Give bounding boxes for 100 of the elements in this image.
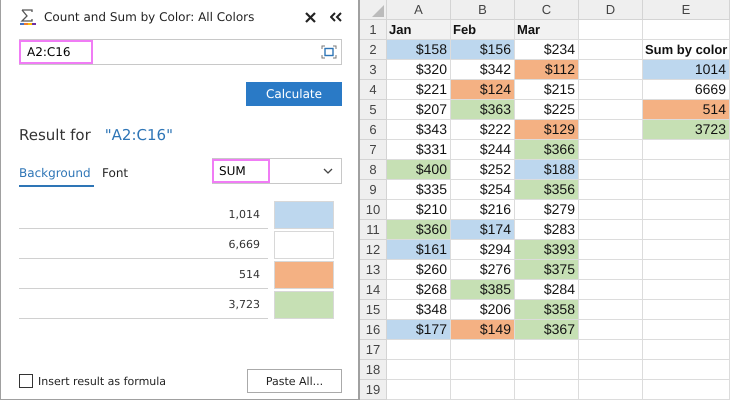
table-cell: Feb (451, 20, 515, 40)
table-cell: $156 (451, 40, 515, 60)
table-cell: $161 (387, 240, 451, 260)
table-cell (579, 180, 643, 200)
table-cell: $174 (451, 220, 515, 240)
table-cell (579, 340, 643, 360)
table-cell (451, 380, 515, 400)
column-header[interactable]: E (643, 0, 730, 20)
select-range-icon[interactable] (321, 45, 337, 59)
table-cell: $215 (515, 80, 579, 100)
function-value: SUM (212, 159, 270, 183)
row-header[interactable]: 7 (360, 140, 387, 160)
pane-title: Count and Sum by Color: All Colors (44, 10, 256, 24)
table-cell: $320 (387, 60, 451, 80)
table-cell (579, 280, 643, 300)
table-cell: $149 (451, 320, 515, 340)
table-cell: Mar (515, 20, 579, 40)
table-cell: $367 (515, 320, 579, 340)
row-header[interactable]: 1 (360, 20, 387, 40)
row-header[interactable]: 17 (360, 340, 387, 360)
table-cell: $112 (515, 60, 579, 80)
row-header[interactable]: 11 (360, 220, 387, 240)
checkbox[interactable] (19, 374, 33, 388)
chevron-down-icon (323, 168, 333, 174)
table-cell: 514 (643, 100, 730, 120)
table-cell: $366 (515, 140, 579, 160)
tab[interactable]: Background (19, 166, 94, 187)
table-cell: $375 (515, 260, 579, 280)
table-cell: $400 (387, 160, 451, 180)
table-cell: 1014 (643, 60, 730, 80)
tab[interactable]: Font (94, 166, 136, 187)
row-header[interactable]: 19 (360, 380, 387, 400)
column-header[interactable]: D (579, 0, 643, 20)
table-cell (579, 140, 643, 160)
row-header[interactable]: 9 (360, 180, 387, 200)
table-cell: Jan (387, 20, 451, 40)
table-cell (579, 380, 643, 400)
row-header[interactable]: 14 (360, 280, 387, 300)
result-value: 514 (19, 260, 268, 289)
row-header[interactable]: 6 (360, 120, 387, 140)
row-header[interactable]: 4 (360, 80, 387, 100)
double-chevron-icon[interactable] (330, 12, 342, 22)
table-cell (579, 200, 643, 220)
table-cell (515, 360, 579, 380)
column-header[interactable]: B (451, 0, 515, 20)
table-cell (579, 40, 643, 60)
table-cell (579, 360, 643, 380)
column-header[interactable]: A (387, 0, 451, 20)
table-cell (579, 160, 643, 180)
table-cell: $385 (451, 280, 515, 300)
table-cell: $188 (515, 160, 579, 180)
table-cell: $356 (515, 180, 579, 200)
sigma-icon (19, 9, 36, 25)
table-cell (579, 20, 643, 40)
calculate-button[interactable]: Calculate (246, 82, 342, 106)
table-cell: $393 (515, 240, 579, 260)
table-cell (579, 240, 643, 260)
column-header[interactable]: C (515, 0, 579, 20)
table-cell: $335 (387, 180, 451, 200)
result-range: "A2:C16" (104, 126, 173, 144)
table-cell (579, 80, 643, 100)
table-cell: $124 (451, 80, 515, 100)
table-cell: $358 (515, 300, 579, 320)
table-cell (387, 380, 451, 400)
table-cell: $177 (387, 320, 451, 340)
row-header[interactable]: 18 (360, 360, 387, 380)
row-header[interactable]: 2 (360, 40, 387, 60)
table-cell (579, 300, 643, 320)
row-header[interactable]: 15 (360, 300, 387, 320)
row-header[interactable]: 10 (360, 200, 387, 220)
table-cell (515, 340, 579, 360)
result-label: Result for (19, 126, 91, 144)
table-cell (515, 380, 579, 400)
checkbox-label: Insert result as formula (38, 374, 166, 388)
paste-all-button[interactable]: Paste All... (247, 369, 342, 393)
close-icon[interactable] (305, 12, 316, 22)
table-cell (579, 260, 643, 280)
row-header[interactable]: 12 (360, 240, 387, 260)
table-cell: $260 (387, 260, 451, 280)
table-cell (579, 220, 643, 240)
row-header[interactable]: 16 (360, 320, 387, 340)
row-header[interactable]: 5 (360, 100, 387, 120)
table-cell: $158 (387, 40, 451, 60)
table-cell: $360 (387, 220, 451, 240)
row-header[interactable]: 13 (360, 260, 387, 280)
triangle-icon (372, 5, 384, 17)
table-cell: $129 (515, 120, 579, 140)
table-cell: $343 (387, 120, 451, 140)
function-dropdown[interactable]: SUM (212, 158, 342, 184)
row-header[interactable]: 8 (360, 160, 387, 180)
table-cell: 3723 (643, 120, 730, 140)
table-cell (579, 320, 643, 340)
result-value: 1,014 (19, 200, 268, 229)
range-field[interactable]: A2:C16 (19, 39, 342, 65)
row-header[interactable]: 3 (360, 60, 387, 80)
table-cell (387, 340, 451, 360)
table-cell (387, 360, 451, 380)
table-cell (451, 340, 515, 360)
table-cell: $363 (451, 100, 515, 120)
table-cell: $279 (515, 200, 579, 220)
